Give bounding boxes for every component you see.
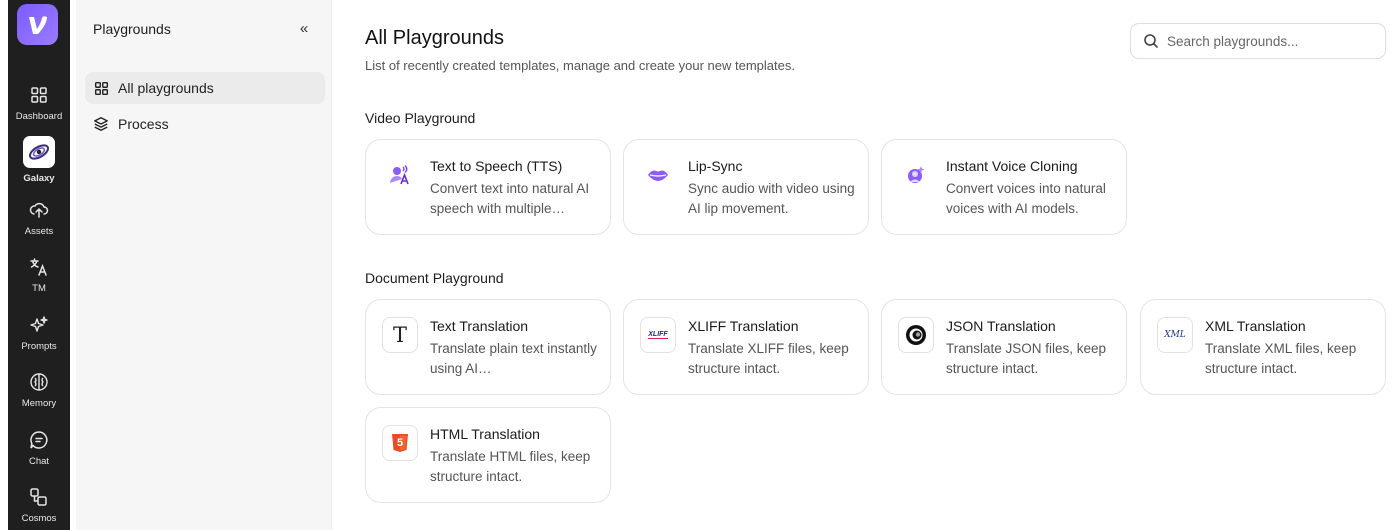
card-title: XLIFF Translation	[688, 318, 799, 334]
card-title: HTML Translation	[430, 426, 540, 442]
rail-label: Memory	[21, 398, 57, 409]
chat-icon	[28, 429, 50, 451]
rail-item-dashboard[interactable]: Dashboard	[8, 84, 70, 122]
sidebar-title: Playgrounds	[93, 21, 171, 37]
card-description: Translate XML files, keep structure inta…	[1205, 341, 1357, 376]
galaxy-icon	[23, 136, 55, 168]
xml-icon: XML	[1157, 317, 1193, 353]
page-subtitle: List of recently created templates, mana…	[365, 58, 795, 73]
double-chevron-left-icon: «	[299, 19, 309, 37]
playground-card-xml-translation[interactable]: XML XML Translation Translate XML files,…	[1140, 299, 1386, 395]
voice-clone-icon	[898, 157, 934, 193]
nav-item-all-playgrounds[interactable]: All playgrounds	[85, 72, 325, 104]
search-box[interactable]	[1130, 23, 1386, 59]
nav-item-label: All playgrounds	[118, 80, 214, 96]
rail-label: Assets	[24, 226, 54, 237]
translate-icon	[28, 256, 50, 278]
playground-card-html-translation[interactable]: 5 HTML Translation Translate HTML files,…	[365, 407, 611, 503]
card-title: JSON Translation	[946, 318, 1056, 334]
card-description: Convert text into natural AI speech with…	[430, 181, 590, 216]
speech-icon	[382, 157, 418, 193]
section-title-document: Document Playground	[365, 270, 504, 286]
grid-icon	[93, 80, 109, 96]
playgrounds-sidebar: Playgrounds « All playgrounds Process	[76, 0, 332, 530]
card-title: Lip-Sync	[688, 158, 743, 174]
shapes-icon	[28, 486, 50, 508]
page-title: All Playgrounds	[365, 27, 504, 49]
rail-label: Chat	[28, 456, 50, 467]
card-title: Text to Speech (TTS)	[430, 158, 563, 174]
rail-label: Prompts	[21, 341, 57, 352]
text-t-glyph: T	[392, 323, 407, 347]
text-t-icon: T	[382, 317, 418, 353]
search-input[interactable]	[1167, 33, 1367, 49]
layers-icon	[93, 116, 109, 132]
nav-item-process[interactable]: Process	[85, 108, 325, 140]
card-description: Translate XLIFF files, keep structure in…	[688, 341, 849, 376]
card-description: Translate JSON files, keep structure int…	[946, 341, 1107, 376]
html5-icon: 5	[382, 425, 418, 461]
card-title: Instant Voice Cloning	[946, 158, 1078, 174]
rail-label: TM	[32, 283, 46, 294]
card-description: Convert voices into natural voices with …	[946, 181, 1106, 216]
playground-card-text-translation[interactable]: T Text Translation Translate plain text …	[365, 299, 611, 395]
lips-icon	[640, 157, 676, 193]
playground-card-json-translation[interactable]: JSON Translation Translate JSON files, k…	[881, 299, 1127, 395]
xliff-icon: XLIFF	[640, 317, 676, 353]
collapse-sidebar-button[interactable]: «	[295, 19, 313, 37]
nav-item-label: Process	[118, 116, 169, 132]
card-description: Sync audio with video using AI lip movem…	[688, 181, 855, 216]
playground-card-xliff-translation[interactable]: XLIFF XLIFF Translation Translate XLIFF …	[623, 299, 869, 395]
grid-icon	[28, 84, 50, 106]
card-title: XML Translation	[1205, 318, 1306, 334]
rail-label: Cosmos	[21, 513, 57, 524]
xml-glyph: XML	[1164, 330, 1186, 340]
search-icon	[1143, 33, 1159, 49]
rail-item-tm[interactable]: TM	[8, 256, 70, 294]
rail-item-cosmos[interactable]: Cosmos	[8, 486, 70, 524]
app-rail: Dashboard Galaxy Assets TM Prompts Memor…	[0, 0, 76, 530]
rail-item-chat[interactable]: Chat	[8, 429, 70, 467]
rail-label: Galaxy	[23, 173, 55, 184]
playground-card-voice-cloning[interactable]: Instant Voice Cloning Convert voices int…	[881, 139, 1127, 235]
card-title: Text Translation	[430, 318, 529, 334]
upload-cloud-icon	[28, 199, 50, 221]
brain-icon	[28, 371, 50, 393]
card-description: Translate HTML files, keep structure int…	[430, 449, 591, 484]
sparkles-icon	[28, 314, 50, 336]
rail-label: Dashboard	[15, 111, 63, 122]
html5-glyph: 5	[396, 437, 404, 449]
json-icon	[898, 317, 934, 353]
card-description: Translate plain text instantly using AI…	[430, 341, 597, 376]
rail-item-galaxy[interactable]: Galaxy	[8, 136, 70, 184]
app-logo[interactable]	[17, 4, 58, 45]
main-content: All Playgrounds List of recently created…	[333, 0, 1395, 530]
xliff-glyph: XLIFF	[648, 331, 668, 339]
playground-card-lip-sync[interactable]: Lip-Sync Sync audio with video using AI …	[623, 139, 869, 235]
rail-item-assets[interactable]: Assets	[8, 199, 70, 237]
rail-item-memory[interactable]: Memory	[8, 371, 70, 409]
rail-item-prompts[interactable]: Prompts	[8, 314, 70, 352]
section-title-video: Video Playground	[365, 110, 476, 126]
playground-card-tts[interactable]: Text to Speech (TTS) Convert text into n…	[365, 139, 611, 235]
